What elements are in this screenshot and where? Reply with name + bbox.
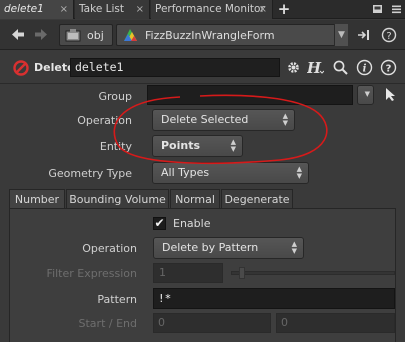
- tab-delete1[interactable]: delete1 ×: [0, 0, 74, 19]
- entity-menu[interactable]: Points ▲ ▼: [152, 135, 243, 157]
- geometry-type-label: Geometry Type: [48, 167, 132, 180]
- end-field: 0: [276, 313, 395, 333]
- number-tab-panel: ✔ Enable Operation Delete by Pattern ▲ ▼ …: [9, 208, 396, 342]
- updown-arrows-icon: ▲ ▼: [291, 240, 297, 255]
- enable-label: Enable: [173, 217, 211, 230]
- info-icon[interactable]: i: [356, 59, 373, 76]
- gear-icon[interactable]: [285, 59, 302, 76]
- number-operation-label: Operation: [82, 242, 137, 255]
- node-type-label: Delete: [34, 61, 75, 74]
- tab-number[interactable]: Number: [9, 189, 65, 209]
- select-arrow-icon[interactable]: [384, 87, 396, 101]
- geometry-type-menu[interactable]: All Types ▲ ▼: [152, 162, 309, 184]
- svg-text:H: H: [307, 59, 322, 76]
- filter-expression-field: 1: [153, 263, 223, 283]
- path-segment-obj[interactable]: obj: [59, 24, 113, 46]
- minimize-pane-icon[interactable]: [372, 4, 383, 14]
- pin-icon[interactable]: [357, 29, 373, 41]
- wrangle-node-icon: [124, 29, 137, 41]
- svg-text:?: ?: [386, 64, 392, 75]
- close-icon[interactable]: ×: [60, 0, 68, 19]
- start-end-label: Start / End: [78, 317, 137, 330]
- object-context-icon: [65, 29, 81, 42]
- entity-label: Entity: [99, 140, 132, 153]
- back-arrow-icon[interactable]: [11, 28, 25, 41]
- tab-label: Take List: [79, 3, 124, 15]
- start-field: 0: [153, 313, 271, 333]
- forward-arrow-icon[interactable]: [34, 28, 48, 41]
- svg-text:i: i: [363, 64, 367, 75]
- updown-arrows-icon: ▲ ▼: [296, 165, 302, 180]
- tab-performance-monitor[interactable]: Performance Monitor ×: [151, 0, 273, 19]
- path-context-label: obj: [87, 29, 104, 42]
- tab-label: delete1: [4, 3, 44, 15]
- pattern-label: Pattern: [97, 293, 137, 306]
- node-name-field[interactable]: delete1: [70, 58, 280, 77]
- path-segment-node[interactable]: FizzBuzzInWrangleForm: [116, 24, 348, 46]
- tab-degenerate[interactable]: Degenerate: [221, 189, 293, 209]
- search-icon[interactable]: [332, 59, 349, 76]
- filter-expression-label: Filter Expression: [46, 267, 137, 280]
- parameter-header: Delete delete1 H i ?: [0, 51, 405, 84]
- pattern-field[interactable]: !*: [153, 288, 395, 309]
- svg-text:?: ?: [386, 31, 391, 42]
- updown-arrows-icon: ▲ ▼: [230, 138, 236, 153]
- updown-arrows-icon: ▲ ▼: [282, 112, 288, 127]
- pane-menu-icon[interactable]: [391, 4, 402, 14]
- tab-bounding-volume[interactable]: Bounding Volume: [66, 189, 169, 209]
- path-dropdown-chevron-icon[interactable]: ▼: [334, 24, 348, 46]
- parameter-pane: Group ▼ Operation Delete Selected ▲ ▼ Ent…: [0, 85, 405, 342]
- operation-label: Operation: [77, 114, 132, 127]
- entity-value: Points: [161, 139, 201, 152]
- path-node-label: FizzBuzzInWrangleForm: [145, 29, 275, 42]
- filter-expression-slider-track: [231, 271, 395, 275]
- help-icon[interactable]: ?: [381, 27, 397, 43]
- close-icon[interactable]: ×: [136, 0, 144, 19]
- tab-take-list[interactable]: Take List ×: [75, 0, 150, 19]
- number-operation-value: Delete by Pattern: [162, 241, 259, 254]
- number-operation-menu[interactable]: Delete by Pattern ▲ ▼: [153, 237, 304, 259]
- help-icon[interactable]: ?: [380, 59, 397, 76]
- group-dropdown-button[interactable]: ▼: [357, 85, 374, 105]
- tab-label: Performance Monitor: [155, 3, 265, 15]
- enable-checkbox[interactable]: ✔: [153, 217, 166, 230]
- hscript-h-icon[interactable]: H: [307, 59, 324, 76]
- pane-tab-bar: delete1 × Take List × Performance Monito…: [0, 0, 405, 19]
- tab-normal[interactable]: Normal: [170, 189, 220, 209]
- delete-sop-icon: [13, 60, 29, 76]
- close-icon[interactable]: ×: [259, 0, 267, 19]
- group-label: Group: [98, 90, 133, 103]
- group-field[interactable]: [147, 85, 353, 105]
- operation-menu[interactable]: Delete Selected ▲ ▼: [152, 109, 295, 131]
- network-path-bar: obj FizzBuzzInWrangleForm ▼ ?: [0, 20, 405, 50]
- filter-expression-slider-handle: [239, 267, 245, 279]
- add-tab-button[interactable]: +: [277, 0, 291, 19]
- geometry-type-value: All Types: [161, 166, 210, 179]
- operation-value: Delete Selected: [161, 113, 249, 126]
